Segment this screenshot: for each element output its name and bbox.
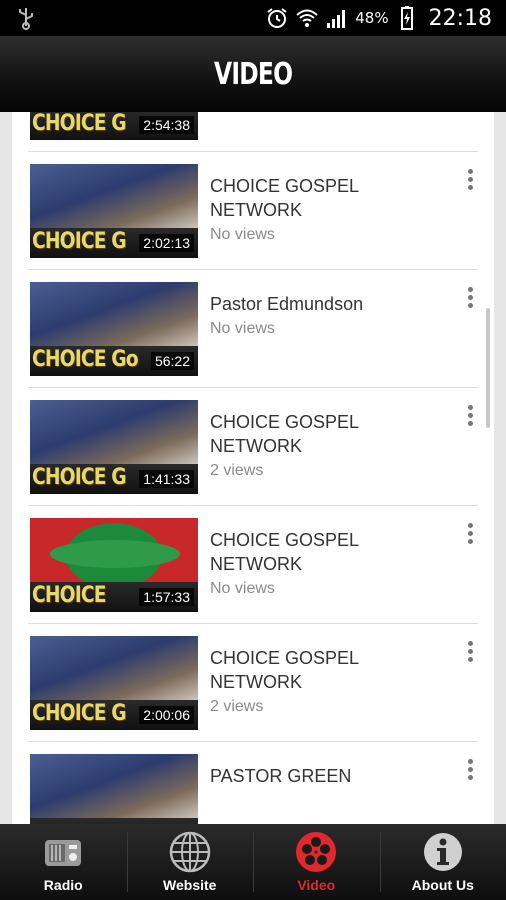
battery-icon xyxy=(400,6,413,30)
video-list-item[interactable]: CHOICE 1:57:33 CHOICE GOSPEL NETWORK No … xyxy=(28,506,478,624)
tab-video[interactable]: Video xyxy=(253,824,380,900)
video-thumbnail[interactable]: CHOICE 1:57:33 xyxy=(30,518,198,612)
overflow-menu-icon[interactable] xyxy=(462,520,478,548)
radio-icon xyxy=(45,840,82,866)
thumbnail-brand-text: CHOICE Go xyxy=(32,347,139,372)
tab-radio[interactable]: Radio xyxy=(0,824,127,900)
overflow-menu-icon[interactable] xyxy=(462,756,478,784)
thumbnail-brand-text: CHOICE G xyxy=(32,112,127,136)
video-meta: CHOICE GOSPEL NETWORK No views xyxy=(210,528,430,598)
battery-percent: 48% xyxy=(355,9,389,27)
tab-label: About Us xyxy=(411,877,474,893)
video-duration: 2:02:13 xyxy=(139,234,194,252)
thumbnail-overlay xyxy=(50,540,180,568)
video-duration: 2:54:38 xyxy=(139,116,194,134)
globe-icon xyxy=(169,831,210,873)
video-thumbnail[interactable]: CHOICE Go 56:22 xyxy=(30,282,198,376)
thumbnail-image xyxy=(30,754,198,824)
video-views: No views xyxy=(210,226,275,243)
bottom-tab-bar: Radio Website Video About Us xyxy=(0,824,506,900)
video-list-item[interactable]: CHOICE G 2:02:13 CHOICE GOSPEL NETWORK N… xyxy=(28,152,478,270)
video-thumbnail[interactable]: CHOICE G 2:02:13 xyxy=(30,164,198,258)
tab-label: Website xyxy=(163,877,217,893)
video-meta: PASTOR GREEN xyxy=(210,764,430,788)
video-list-item[interactable]: CHOICE Go 56:22 Pastor Edmundson No view… xyxy=(28,270,478,388)
video-title: CHOICE GOSPEL NETWORK xyxy=(210,530,359,574)
overflow-menu-icon[interactable] xyxy=(462,638,478,666)
video-views: 2 views xyxy=(210,698,264,715)
scrollbar[interactable] xyxy=(486,308,490,428)
video-views: No views xyxy=(210,580,275,597)
video-title: CHOICE GOSPEL NETWORK xyxy=(210,648,359,692)
video-thumbnail[interactable]: CHOICE G 2:00:06 xyxy=(30,636,198,730)
video-meta: Pastor Edmundson No views xyxy=(210,292,430,338)
video-thumbnail[interactable]: CHOICE G 2:54:38 xyxy=(30,112,198,140)
video-title: PASTOR GREEN xyxy=(210,766,352,786)
video-title: Pastor Edmundson xyxy=(210,294,364,314)
tab-website[interactable]: Website xyxy=(126,824,254,900)
video-title: CHOICE GOSPEL NETWORK xyxy=(210,176,359,220)
video-thumbnail[interactable]: CHOICE G 1:41:33 xyxy=(30,400,198,494)
video-list: CHOICE G 2:54:38 faith life ministry No … xyxy=(12,112,494,824)
video-thumbnail[interactable] xyxy=(30,754,198,824)
usb-icon xyxy=(19,8,33,30)
overflow-menu-icon[interactable] xyxy=(462,284,478,312)
alarm-icon xyxy=(267,8,287,28)
overflow-menu-icon[interactable] xyxy=(462,402,478,430)
video-duration: 1:57:33 xyxy=(139,588,194,606)
thumbnail-brand-text: CHOICE xyxy=(32,583,106,608)
video-list-item[interactable]: CHOICE G 1:41:33 CHOICE GOSPEL NETWORK 2… xyxy=(28,388,478,506)
thumbnail-brand-text: CHOICE G xyxy=(32,229,127,254)
info-icon xyxy=(423,833,462,871)
tab-label: Radio xyxy=(43,877,83,893)
tab-about-us[interactable]: About Us xyxy=(379,824,506,900)
clock: 22:18 xyxy=(428,5,492,31)
video-duration: 2:00:06 xyxy=(139,706,194,724)
overflow-menu-icon[interactable] xyxy=(462,166,478,194)
video-duration: 56:22 xyxy=(150,352,194,370)
video-list-item[interactable]: CHOICE G 2:00:06 CHOICE GOSPEL NETWORK 2… xyxy=(28,624,478,742)
film-reel-icon xyxy=(296,832,337,872)
thumbnail-brand-text: CHOICE G xyxy=(32,465,127,490)
tab-label: Video xyxy=(297,877,336,893)
video-list-container[interactable]: CHOICE G 2:54:38 faith life ministry No … xyxy=(12,112,494,824)
page-title: VIDEO xyxy=(213,56,293,92)
video-meta: CHOICE GOSPEL NETWORK 2 views xyxy=(210,646,430,716)
video-meta: CHOICE GOSPEL NETWORK 2 views xyxy=(210,410,430,480)
video-duration: 1:41:33 xyxy=(139,470,194,488)
signal-icon xyxy=(327,10,346,28)
status-bar: 48% 22:18 xyxy=(0,0,506,36)
video-title: CHOICE GOSPEL NETWORK xyxy=(210,412,359,456)
wifi-icon xyxy=(296,9,318,27)
video-views: No views xyxy=(210,320,275,337)
thumbnail-brand-text: CHOICE G xyxy=(32,701,127,726)
video-views: 2 views xyxy=(210,462,264,479)
video-list-item[interactable]: CHOICE G 2:54:38 faith life ministry No … xyxy=(28,112,478,152)
video-list-item[interactable]: PASTOR GREEN xyxy=(28,742,478,824)
video-meta: CHOICE GOSPEL NETWORK No views xyxy=(210,174,430,244)
app-header: VIDEO xyxy=(0,36,506,112)
